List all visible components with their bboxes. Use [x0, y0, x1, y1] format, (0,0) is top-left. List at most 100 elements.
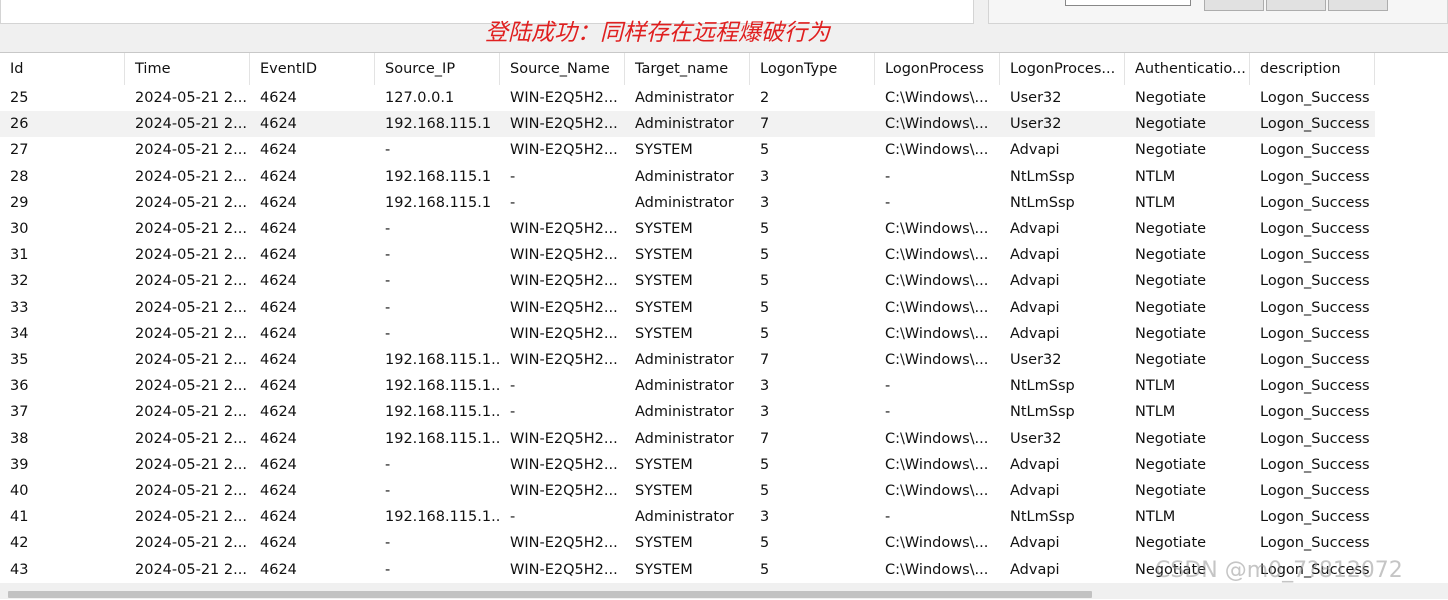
horizontal-scrollbar[interactable]	[0, 583, 1448, 599]
toolbar-button-1[interactable]	[1204, 0, 1264, 11]
cell-time: 2024-05-21 2...	[135, 273, 247, 290]
cell-logon-type: 5	[760, 299, 770, 316]
table-row[interactable]: 30 2024-05-21 2... 4624 - WIN-E2Q5H2... SYSTE…	[0, 216, 1375, 242]
cell-logon-type: 5	[760, 483, 770, 499]
cell-time: 2024-05-21 2...	[135, 194, 247, 211]
cell-logon-process: C:\Windows\...	[885, 430, 989, 447]
cell-target-name: Administrator	[635, 430, 734, 447]
column-header-source-name[interactable]: Source_Name	[500, 53, 625, 85]
table-row[interactable]: 29 2024-05-21 2... 4624 192.168.115.1 - Admin…	[0, 190, 1375, 216]
cell-logon-type: 7	[760, 430, 770, 447]
column-header-time[interactable]: Time	[125, 53, 250, 85]
cell-logon-process: C:\Windows\...	[885, 352, 989, 368]
column-header-target-name[interactable]: Target_name	[625, 53, 750, 85]
cell-description: Logon_Success	[1260, 247, 1370, 264]
cell-target-name: Administrator	[635, 116, 734, 133]
table-row[interactable]: 31 2024-05-21 2... 4624 - WIN-E2Q5H2... SYSTE…	[0, 242, 1375, 268]
cell-authentication: Negotiate	[1135, 430, 1207, 447]
cell-authentication: NTLM	[1135, 168, 1176, 185]
cell-id: 33	[10, 299, 29, 316]
cell-time: 2024-05-21 2...	[135, 221, 247, 237]
column-header-logon-type[interactable]: LogonType	[750, 53, 875, 85]
cell-logon-process: C:\Windows\...	[885, 247, 989, 264]
cell-time: 2024-05-21 2...	[135, 299, 247, 316]
column-header-id[interactable]: Id	[0, 53, 125, 85]
cell-description: Logon_Success	[1260, 483, 1370, 499]
cell-description: Logon_Success	[1260, 509, 1370, 526]
cell-source-ip: -	[385, 456, 391, 473]
cell-source-name: WIN-E2Q5H2...	[510, 325, 618, 342]
column-header-logon-process[interactable]: LogonProcess	[875, 53, 1000, 85]
column-header-authentication[interactable]: Authenticatio...	[1125, 53, 1250, 85]
cell-target-name: SYSTEM	[635, 221, 693, 237]
cell-source-ip: -	[385, 561, 391, 578]
cell-id: 40	[10, 483, 29, 499]
cell-logon-process: C:\Windows\...	[885, 299, 989, 316]
cell-id: 31	[10, 247, 29, 264]
table-row[interactable]: 40 2024-05-21 2... 4624 - WIN-E2Q5H2... SYSTE…	[0, 478, 1375, 504]
toolbar-button-3[interactable]	[1328, 0, 1388, 11]
table-row[interactable]: 35 2024-05-21 2... 4624 192.168.115.1... WIN…	[0, 347, 1375, 373]
table-row[interactable]: 26 2024-05-21 2... 4624 192.168.115.1 WIN-E2…	[0, 111, 1375, 138]
cell-logon-type: 3	[760, 168, 770, 185]
cell-target-name: Administrator	[635, 509, 734, 526]
cell-source-ip: 192.168.115.1	[385, 168, 492, 185]
cell-source-name: -	[510, 194, 516, 211]
table-row[interactable]: 41 2024-05-21 2... 4624 192.168.115.1... - Ad…	[0, 504, 1375, 530]
event-log-table[interactable]: Id Time EventID Source_IP Source_Name Target_…	[0, 52, 1448, 600]
cell-logon-type: 5	[760, 247, 770, 264]
cell-logon-process-name: User32	[1010, 430, 1062, 447]
horizontal-scrollbar-thumb[interactable]	[8, 591, 1092, 598]
cell-description: Logon_Success	[1260, 273, 1370, 290]
table-row[interactable]: 25 2024-05-21 2... 4624 127.0.0.1 WIN-E2Q5H2…	[0, 85, 1375, 111]
cell-source-name: -	[510, 509, 516, 526]
table-row[interactable]: 36 2024-05-21 2... 4624 192.168.115.1... - Ad…	[0, 373, 1375, 399]
cell-eventid: 4624	[260, 194, 297, 211]
cell-target-name: SYSTEM	[635, 247, 693, 264]
table-row[interactable]: 34 2024-05-21 2... 4624 - WIN-E2Q5H2... SYSTE…	[0, 321, 1375, 347]
column-header-logon-process-name[interactable]: LogonProces...	[1000, 53, 1125, 85]
cell-eventid: 4624	[260, 116, 297, 133]
cell-target-name: SYSTEM	[635, 325, 693, 342]
toolbar-button-2[interactable]	[1266, 0, 1326, 11]
cell-id: 32	[10, 273, 29, 290]
table-row[interactable]: 27 2024-05-21 2... 4624 - WIN-E2Q5H2... SYSTE…	[0, 137, 1375, 163]
table-row[interactable]: 32 2024-05-21 2... 4624 - WIN-E2Q5H2... SYSTE…	[0, 268, 1375, 294]
cell-source-ip: -	[385, 221, 391, 237]
cell-source-name: WIN-E2Q5H2...	[510, 430, 618, 447]
cell-time: 2024-05-21 2...	[135, 142, 247, 159]
cell-target-name: SYSTEM	[635, 299, 693, 316]
cell-time: 2024-05-21 2...	[135, 378, 247, 395]
table-row[interactable]: 37 2024-05-21 2... 4624 192.168.115.1... - Ad…	[0, 399, 1375, 425]
table-row[interactable]: 38 2024-05-21 2... 4624 192.168.115.1... WIN…	[0, 426, 1375, 452]
table-row[interactable]: 28 2024-05-21 2... 4624 192.168.115.1 - Admin…	[0, 164, 1375, 190]
cell-source-name: WIN-E2Q5H2...	[510, 352, 618, 368]
cell-time: 2024-05-21 2...	[135, 456, 247, 473]
cell-logon-process: C:\Windows\...	[885, 142, 989, 159]
cell-eventid: 4624	[260, 378, 297, 395]
cell-authentication: NTLM	[1135, 509, 1176, 526]
table-row[interactable]: 33 2024-05-21 2... 4624 - WIN-E2Q5H2... SYSTE…	[0, 295, 1375, 321]
cell-source-name: WIN-E2Q5H2...	[510, 142, 618, 159]
table-row[interactable]: 42 2024-05-21 2... 4624 - WIN-E2Q5H2... SYSTE…	[0, 530, 1375, 556]
column-header-eventid[interactable]: EventID	[250, 53, 375, 85]
cell-time: 2024-05-21 2...	[135, 352, 247, 368]
cell-id: 36	[10, 378, 29, 395]
cell-time: 2024-05-21 2...	[135, 509, 247, 526]
cell-logon-process-name: Advapi	[1010, 273, 1060, 290]
cell-logon-process-name: Advapi	[1010, 456, 1060, 473]
cell-id: 38	[10, 430, 29, 447]
cell-authentication: Negotiate	[1135, 483, 1207, 499]
cell-source-ip: -	[385, 299, 391, 316]
top-search-input[interactable]	[1065, 0, 1191, 6]
column-header-description[interactable]: description	[1250, 53, 1375, 85]
table-row[interactable]: 39 2024-05-21 2... 4624 - WIN-E2Q5H2... SYSTE…	[0, 452, 1375, 478]
cell-source-name: WIN-E2Q5H2...	[510, 456, 618, 473]
cell-eventid: 4624	[260, 247, 297, 264]
cell-description: Logon_Success	[1260, 168, 1370, 185]
cell-logon-type: 5	[760, 456, 770, 473]
cell-eventid: 4624	[260, 142, 297, 159]
column-header-source-ip[interactable]: Source_IP	[375, 53, 500, 85]
cell-logon-type: 5	[760, 142, 770, 159]
cell-source-name: WIN-E2Q5H2...	[510, 561, 618, 578]
